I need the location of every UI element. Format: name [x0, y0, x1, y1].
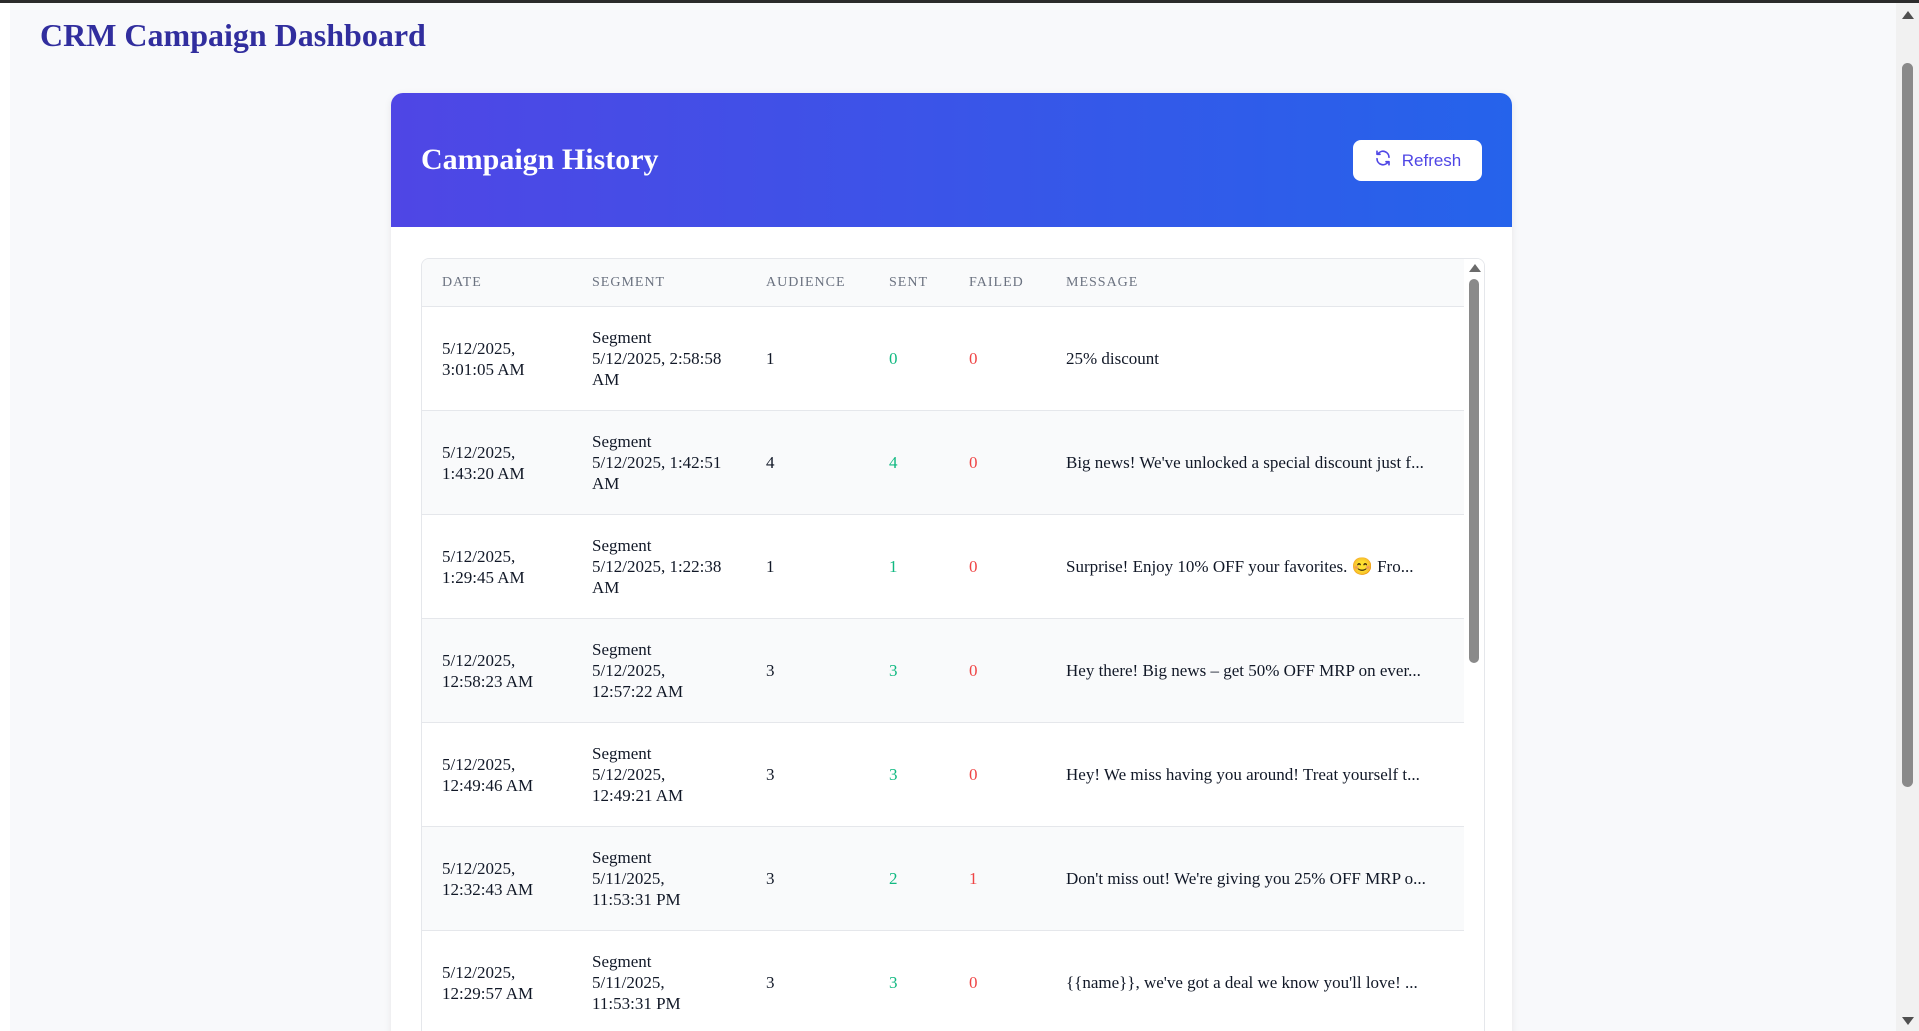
- page-content: CRM Campaign Dashboard Campaign History …: [10, 3, 1896, 1031]
- table-row[interactable]: 5/12/2025, 12:29:57 AM Segment 5/11/2025, 1…: [422, 930, 1464, 1031]
- cell-segment: Segment 5/11/2025, 11:53:31 PM: [572, 826, 746, 931]
- cell-segment: Segment 5/12/2025, 1:42:51 AM: [572, 410, 746, 515]
- refresh-button[interactable]: Refresh: [1353, 140, 1482, 181]
- table-row[interactable]: 5/12/2025, 12:49:46 AM Segment 5/12/2025, 1…: [422, 722, 1464, 827]
- column-header-segment[interactable]: SEGMENT: [572, 259, 746, 307]
- page-scroll-down-icon[interactable]: [1902, 1017, 1914, 1025]
- table-header-row: DATE SEGMENT AUDIENCE SENT FAILED MESSAG…: [422, 259, 1464, 307]
- table-scrollbar-thumb[interactable]: [1469, 279, 1479, 663]
- refresh-label: Refresh: [1401, 150, 1462, 170]
- cell-segment: Segment 5/11/2025, 11:53:31 PM: [572, 930, 746, 1031]
- cell-date: 5/12/2025, 12:58:23 AM: [422, 618, 572, 723]
- cell-sent: 1: [869, 514, 949, 619]
- table-row[interactable]: 5/12/2025, 12:58:23 AM Segment 5/12/2025, 1…: [422, 618, 1464, 723]
- cell-sent: 3: [869, 618, 949, 723]
- cell-failed: 1: [949, 826, 1046, 931]
- cell-message: Don't miss out! We're giving you 25% OFF…: [1046, 826, 1464, 931]
- cell-sent: 4: [869, 410, 949, 515]
- cell-message: 25% discount: [1046, 306, 1464, 411]
- refresh-icon: [1374, 149, 1392, 172]
- cell-audience: 1: [746, 306, 869, 411]
- scroll-up-icon[interactable]: [1469, 264, 1481, 272]
- column-header-audience[interactable]: AUDIENCE: [746, 259, 869, 307]
- cell-failed: 0: [949, 410, 1046, 515]
- table-scrollbar[interactable]: [1465, 259, 1484, 1031]
- page-scrollbar-thumb[interactable]: [1902, 63, 1913, 787]
- cell-message: Surprise! Enjoy 10% OFF your favorites. …: [1046, 514, 1464, 619]
- column-header-date[interactable]: DATE: [422, 259, 572, 307]
- cell-date: 5/12/2025, 12:32:43 AM: [422, 826, 572, 931]
- cell-date: 5/12/2025, 12:49:46 AM: [422, 722, 572, 827]
- cell-date: 5/12/2025, 3:01:05 AM: [422, 306, 572, 411]
- cell-message: Big news! We've unlocked a special disco…: [1046, 410, 1464, 515]
- cell-audience: 3: [746, 618, 869, 723]
- cell-audience: 3: [746, 930, 869, 1031]
- page-scrollbar[interactable]: [1896, 3, 1919, 1031]
- cell-segment: Segment 5/12/2025, 2:58:58 AM: [572, 306, 746, 411]
- table-row[interactable]: 5/12/2025, 12:32:43 AM Segment 5/11/2025, 1…: [422, 826, 1464, 931]
- cell-audience: 4: [746, 410, 869, 515]
- cell-audience: 1: [746, 514, 869, 619]
- campaign-table-container[interactable]: DATE SEGMENT AUDIENCE SENT FAILED MESSAG…: [421, 258, 1485, 1031]
- cell-segment: Segment 5/12/2025, 12:57:22 AM: [572, 618, 746, 723]
- cell-sent: 3: [869, 722, 949, 827]
- table-row[interactable]: 5/12/2025, 1:43:20 AM Segment 5/12/2025, 1…: [422, 410, 1464, 515]
- cell-audience: 3: [746, 722, 869, 827]
- cell-failed: 0: [949, 930, 1046, 1031]
- page-scroll-up-icon[interactable]: [1902, 11, 1914, 19]
- table-row[interactable]: 5/12/2025, 1:29:45 AM Segment 5/12/2025, 1…: [422, 514, 1464, 619]
- cell-failed: 0: [949, 514, 1046, 619]
- cell-sent: 2: [869, 826, 949, 931]
- cell-date: 5/12/2025, 1:29:45 AM: [422, 514, 572, 619]
- column-header-sent[interactable]: SENT: [869, 259, 949, 307]
- card-title: Campaign History: [421, 143, 659, 176]
- campaign-table: DATE SEGMENT AUDIENCE SENT FAILED MESSAG…: [422, 259, 1464, 1031]
- cell-failed: 0: [949, 722, 1046, 827]
- cell-audience: 3: [746, 826, 869, 931]
- cell-message: Hey there! Big news – get 50% OFF MRP on…: [1046, 618, 1464, 723]
- cell-segment: Segment 5/12/2025, 1:22:38 AM: [572, 514, 746, 619]
- cell-date: 5/12/2025, 12:29:57 AM: [422, 930, 572, 1031]
- cell-sent: 3: [869, 930, 949, 1031]
- campaign-history-card: Campaign History Refresh DATE SEGMENT AU…: [391, 93, 1512, 1031]
- column-header-failed[interactable]: FAILED: [949, 259, 1046, 307]
- table-row[interactable]: 5/12/2025, 3:01:05 AM Segment 5/12/2025, 2…: [422, 306, 1464, 411]
- cell-segment: Segment 5/12/2025, 12:49:21 AM: [572, 722, 746, 827]
- app-title: CRM Campaign Dashboard: [40, 17, 426, 53]
- cell-sent: 0: [869, 306, 949, 411]
- cell-failed: 0: [949, 306, 1046, 411]
- column-header-message[interactable]: MESSAGE: [1046, 259, 1464, 307]
- cell-failed: 0: [949, 618, 1046, 723]
- cell-date: 5/12/2025, 1:43:20 AM: [422, 410, 572, 515]
- cell-message: Hey! We miss having you around! Treat yo…: [1046, 722, 1464, 827]
- card-header: Campaign History Refresh: [391, 93, 1512, 227]
- cell-message: {{name}}, we've got a deal we know you'l…: [1046, 930, 1464, 1031]
